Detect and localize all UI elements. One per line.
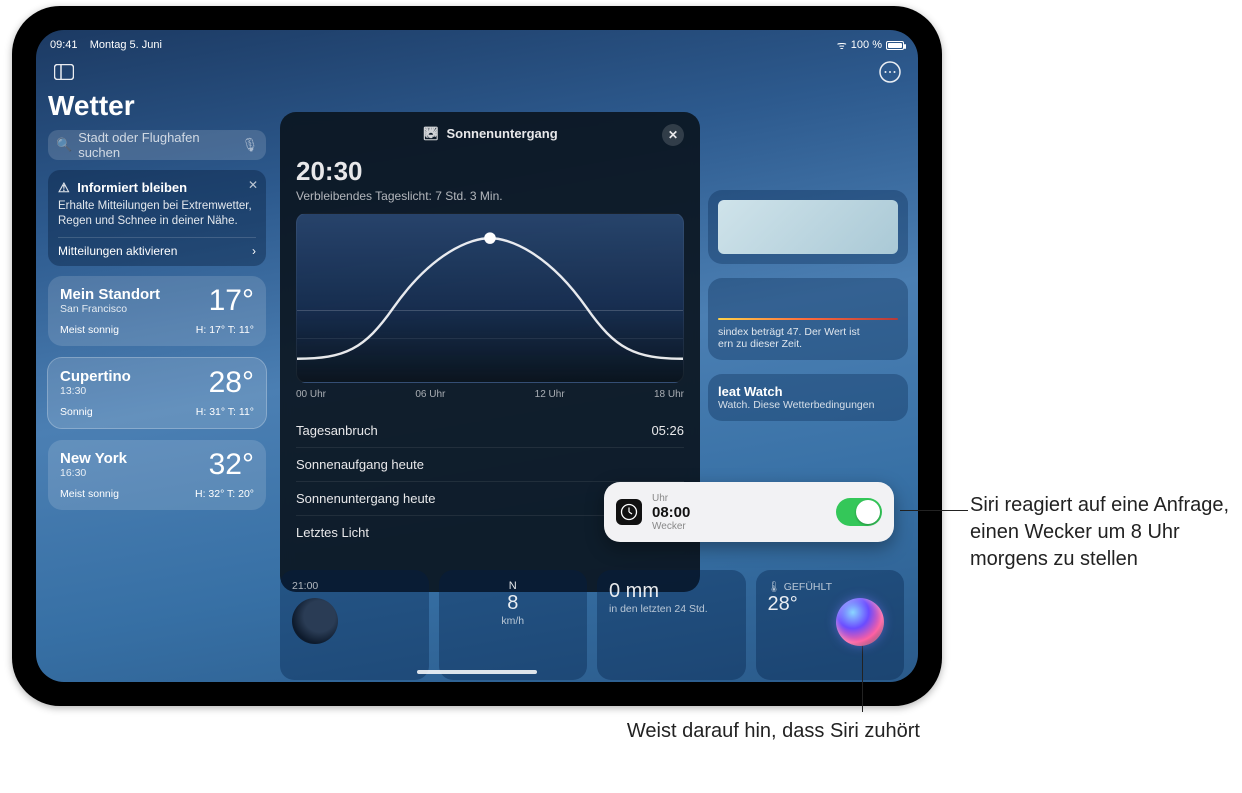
callout-siri-response: Siri reagiert auf eine Anfrage, einen We… [970,492,1230,573]
location-card-my-location[interactable]: Mein Standort San Francisco 17° Meist so… [48,276,266,346]
sun-path-chart [296,213,684,383]
ipad-frame: 09:41 Montag 5. Juni ᯤ 100 % Wetter 🔍 [12,6,942,706]
moon-phase-widget[interactable]: 21:00 [280,570,429,680]
siri-response-card[interactable]: Uhr 08:00 Wecker [604,482,894,542]
sidebar-toggle-button[interactable] [50,58,78,86]
info-card-body: Erhalte Mitteilungen bei Extremwetter, R… [58,199,256,229]
callout-siri-listening: Weist darauf hin, dass Siri zuhört [600,718,920,745]
search-icon: 🔍 [56,137,72,153]
uv-scale-icon [718,318,898,320]
warning-icon: ⚠︎ [58,180,70,195]
status-right: ᯤ 100 % [837,38,904,53]
alarm-time: 08:00 [652,504,826,521]
status-bar: 09:41 Montag 5. Juni ᯤ 100 % [36,36,918,54]
remaining-daylight: Verbleibendes Tageslicht: 7 Std. 3 Min. [296,189,684,203]
enable-notifications-row[interactable]: Mitteilungen aktivieren › [58,237,256,258]
page-title: Wetter [48,90,266,122]
search-input[interactable]: 🔍 Stadt oder Flughafen suchen 🎙 [48,130,266,160]
uv-index-card[interactable]: sindex beträgt 47. Der Wert ist ern zu d… [708,278,908,360]
thermometer-icon: 🌡︎ [768,581,781,593]
siri-orb[interactable] [836,598,884,646]
heat-watch-card[interactable]: leat Watch Watch. Diese Wetterbedingunge… [708,374,908,421]
home-indicator[interactable] [417,670,537,674]
location-card-cupertino[interactable]: Cupertino 13:30 28° Sonnig H: 31° T: 11° [48,358,266,428]
more-button[interactable] [876,58,904,86]
close-icon[interactable]: ✕ [248,178,258,192]
status-left: 09:41 Montag 5. Juni [50,39,162,51]
siri-app-label: Uhr [652,493,826,504]
callout-leader [900,510,968,511]
list-item: Tagesanbruch 05:26 [296,414,684,448]
search-placeholder: Stadt oder Flughafen suchen [78,130,235,160]
battery-icon [886,41,904,50]
dictate-icon[interactable]: 🎙 [241,137,258,153]
right-detail-cards: sindex beträgt 47. Der Wert ist ern zu d… [708,190,908,435]
callout-leader [862,640,863,712]
info-card-title: ⚠︎ Informiert bleiben [58,180,256,196]
battery-pct: 100 % [851,39,882,51]
wifi-icon: ᯤ [837,38,847,53]
close-button[interactable]: ✕ [662,124,684,146]
chart-x-ticks: 00 Uhr 06 Uhr 12 Uhr 18 Uhr [296,389,684,400]
list-item: Sonnenaufgang heute [296,448,684,482]
wind-widget[interactable]: N 8 km/h [439,570,588,680]
status-date: Montag 5. Juni [90,39,162,51]
chevron-right-icon: › [252,244,256,258]
alarm-label: Wecker [652,521,826,532]
status-time: 09:41 [50,39,78,51]
widget-row: 21:00 N 8 km/h 0 mm in den letzten 24 St… [280,570,904,680]
location-card-new-york[interactable]: New York 16:30 32° Meist sonnig H: 32° T… [48,440,266,510]
alarm-toggle[interactable] [836,498,882,526]
weather-app-screen: 09:41 Montag 5. Juni ᯤ 100 % Wetter 🔍 [36,30,918,682]
precipitation-map-card[interactable] [708,190,908,264]
stay-informed-card: ✕ ⚠︎ Informiert bleiben Erhalte Mitteilu… [48,170,266,266]
sunset-time: 20:30 [296,156,684,187]
modal-header: 🌅︎ Sonnenuntergang ✕ [296,126,684,142]
app-header [50,58,904,86]
moon-icon [292,598,338,644]
clock-app-icon [616,499,642,525]
sunset-icon: 🌅︎ [422,126,439,141]
sidebar: Wetter 🔍 Stadt oder Flughafen suchen 🎙 ✕… [48,90,266,522]
map-thumbnail [718,200,898,254]
rain-widget[interactable]: 0 mm in den letzten 24 Std. [597,570,746,680]
